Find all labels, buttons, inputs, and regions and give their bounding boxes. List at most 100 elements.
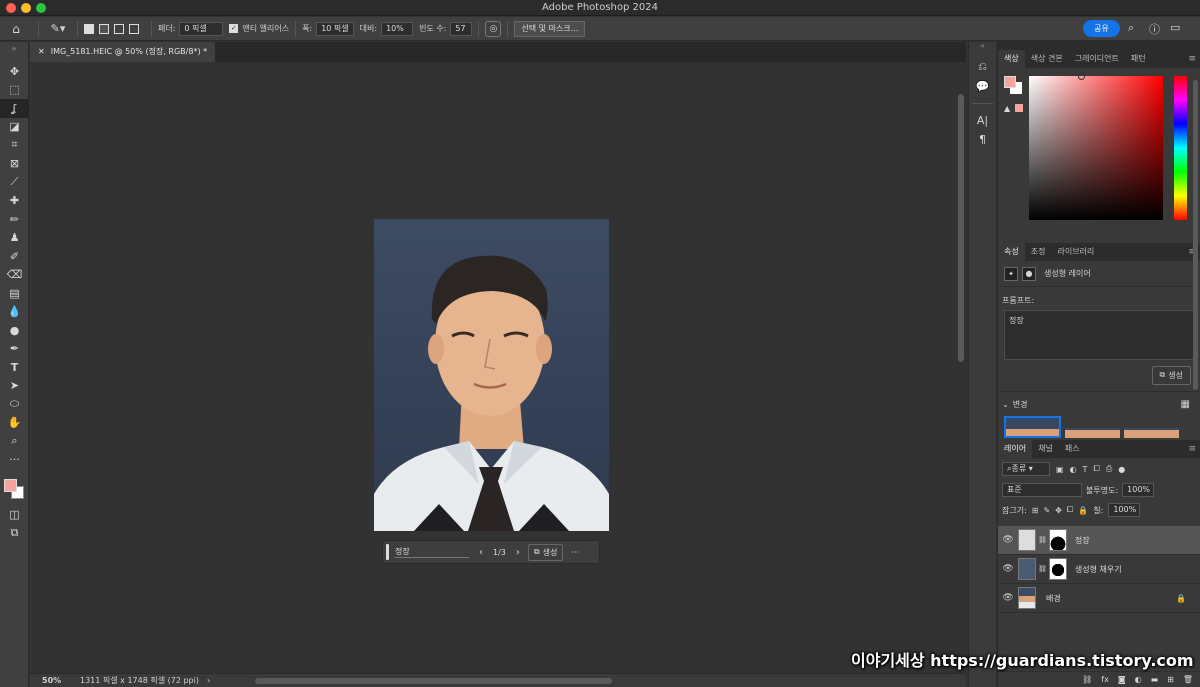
grid-view-icon[interactable]: ▦ <box>1181 399 1190 410</box>
layer-name[interactable]: 정장 <box>1075 535 1090 546</box>
marquee-tool-icon[interactable]: ⬚ <box>0 81 29 100</box>
brush-tool-icon[interactable]: ✏ <box>0 210 29 229</box>
saturation-brightness-field[interactable] <box>1029 73 1163 220</box>
horizontal-scroll-thumb[interactable] <box>255 678 612 684</box>
document-tab[interactable]: ✕ IMG_5181.HEIC @ 50% (정장, RGB/8*) * <box>30 42 216 62</box>
collapse-dock-icon[interactable]: « <box>969 42 996 54</box>
zoom-window-button[interactable] <box>36 3 46 13</box>
pen-tool-icon[interactable]: ✒ <box>0 340 29 359</box>
close-window-button[interactable] <box>6 3 16 13</box>
history-panel-icon[interactable]: ⎌ <box>969 60 996 74</box>
move-tool-icon[interactable]: ✥ <box>0 62 29 81</box>
document-info[interactable]: 1311 픽셀 x 1748 픽셀 (72 ppi) <box>80 675 199 686</box>
help-icon[interactable]: ⓘ <box>1149 21 1160 37</box>
next-variation-icon[interactable]: › <box>516 547 520 558</box>
color-panel-menu-icon[interactable]: ≡ <box>1188 50 1196 68</box>
previous-variation-icon[interactable]: ‹ <box>479 547 483 558</box>
layers-panel-menu-icon[interactable]: ≡ <box>1188 440 1196 458</box>
layer-mask-thumbnail[interactable] <box>1048 529 1067 551</box>
layer-filter-select[interactable]: ⌕종류 ▾ <box>1002 462 1050 476</box>
intersect-selection-icon[interactable] <box>129 23 139 34</box>
tab-gradients[interactable]: 그레이디언트 <box>1069 50 1125 68</box>
new-layer-icon[interactable]: ⊞ <box>1167 675 1174 684</box>
gradient-tool-icon[interactable]: ▤ <box>0 284 29 303</box>
variation-thumbnail[interactable] <box>1004 416 1061 438</box>
filter-smart-object-icon[interactable]: ⎙ <box>1106 464 1112 474</box>
layer-thumbnail[interactable] <box>1018 587 1036 609</box>
layer-row-suit[interactable]: 👁 ⛓ 정장 <box>998 526 1200 555</box>
variations-header[interactable]: ⌄ 변경 ▦ <box>998 392 1200 416</box>
vertical-scroll-thumb[interactable] <box>958 94 964 362</box>
frequency-input[interactable]: 57 <box>450 21 473 36</box>
contrast-input[interactable]: 10% <box>381 21 414 36</box>
properties-generate-button[interactable]: ⧉ 생성 <box>1151 366 1191 385</box>
filter-toggle-icon[interactable]: ● <box>1118 465 1125 474</box>
type-tool-icon[interactable]: T <box>0 358 29 377</box>
tab-channels[interactable]: 채널 <box>1032 440 1059 458</box>
workspace-icon[interactable]: ▭ <box>1170 21 1180 34</box>
feather-input[interactable]: 0 픽셀 <box>179 21 224 36</box>
opacity-input[interactable]: 100% <box>1122 483 1155 497</box>
lock-artboard-icon[interactable]: ⧠ <box>1067 505 1073 515</box>
filter-pixel-icon[interactable]: ▣ <box>1056 465 1064 474</box>
new-selection-icon[interactable] <box>84 23 94 34</box>
lock-all-icon[interactable]: 🔒 <box>1078 506 1088 515</box>
vertical-scrollbar[interactable] <box>956 62 966 673</box>
tab-properties[interactable]: 속성 <box>998 243 1025 261</box>
antialias-checkbox[interactable]: ✓ <box>229 24 239 33</box>
zoom-level[interactable]: 50% <box>42 676 76 685</box>
lock-image-icon[interactable]: ✎ <box>1043 506 1050 515</box>
paragraph-panel-icon[interactable]: ¶ <box>969 133 996 146</box>
eraser-tool-icon[interactable]: ⌫ <box>0 266 29 285</box>
tab-libraries[interactable]: 라이브러리 <box>1051 243 1100 261</box>
close-tab-icon[interactable]: ✕ <box>38 42 45 62</box>
delete-layer-icon[interactable]: 🗑 <box>1183 675 1193 684</box>
tab-adjustments[interactable]: 조정 <box>1025 243 1052 261</box>
magnetic-lasso-tool-preset-icon[interactable]: ✎▾ <box>45 22 71 35</box>
filter-adjustment-icon[interactable]: ◐ <box>1070 465 1077 474</box>
blend-mode-select[interactable]: 표준 <box>1002 483 1082 497</box>
minimize-window-button[interactable] <box>21 3 31 13</box>
add-selection-icon[interactable] <box>99 23 109 34</box>
mask-icon[interactable]: ● <box>1022 266 1036 281</box>
layer-thumbnail[interactable] <box>1018 529 1036 551</box>
new-group-icon[interactable]: ▬ <box>1151 675 1159 684</box>
document-image[interactable] <box>374 219 609 531</box>
tab-color[interactable]: 색상 <box>998 50 1025 68</box>
web-color-chip[interactable] <box>1015 104 1023 112</box>
filter-type-icon[interactable]: T <box>1083 465 1088 474</box>
character-panel-icon[interactable]: A| <box>969 114 996 127</box>
visibility-eye-icon[interactable]: 👁 <box>998 564 1018 574</box>
tab-layers[interactable]: 레이어 <box>998 440 1033 458</box>
share-button[interactable]: 공유 <box>1083 20 1120 37</box>
edit-toolbar-icon[interactable]: ··· <box>0 451 29 470</box>
foreground-color-chip[interactable] <box>1004 76 1016 88</box>
width-input[interactable]: 10 픽셀 <box>316 21 354 36</box>
hand-tool-icon[interactable]: ✋ <box>0 414 29 433</box>
search-icon[interactable]: ⌕ <box>1128 21 1134 35</box>
status-arrow-icon[interactable]: › <box>207 676 210 685</box>
link-icon[interactable]: ⛓ <box>1038 536 1047 544</box>
object-selection-tool-icon[interactable]: ◪ <box>0 118 29 137</box>
comments-panel-icon[interactable]: 💬 <box>969 80 996 93</box>
variation-thumbnail[interactable] <box>1065 428 1120 438</box>
screen-mode-icon[interactable]: ⧉ <box>0 524 29 543</box>
select-and-mask-button[interactable]: 선택 및 마스크... <box>514 20 586 37</box>
link-layers-icon[interactable]: ⛓ <box>1082 675 1092 684</box>
shape-tool-icon[interactable]: ⬭ <box>0 395 29 414</box>
layer-row-generative-fill[interactable]: 👁 ⛓ 생성형 채우기 <box>998 555 1200 584</box>
prompt-textarea[interactable]: 정장 <box>1004 310 1194 360</box>
variation-thumbnail[interactable] <box>1124 428 1179 438</box>
healing-brush-tool-icon[interactable]: ✚ <box>0 192 29 211</box>
fill-input[interactable]: 100% <box>1108 503 1141 517</box>
history-brush-tool-icon[interactable]: ✐ <box>0 247 29 266</box>
clone-stamp-tool-icon[interactable]: ♟ <box>0 229 29 248</box>
lock-transparent-icon[interactable]: ⊞ <box>1032 506 1039 515</box>
frame-tool-icon[interactable]: ⊠ <box>0 155 29 174</box>
layer-name[interactable]: 배경 <box>1046 593 1061 604</box>
filter-shape-icon[interactable]: ⧠ <box>1093 464 1099 474</box>
hue-slider[interactable] <box>1174 76 1187 220</box>
layer-row-background[interactable]: 👁 배경 🔒 <box>998 584 1200 613</box>
foreground-color-swatch[interactable] <box>4 479 17 492</box>
lasso-tool-icon[interactable]: ʆ <box>0 99 29 118</box>
